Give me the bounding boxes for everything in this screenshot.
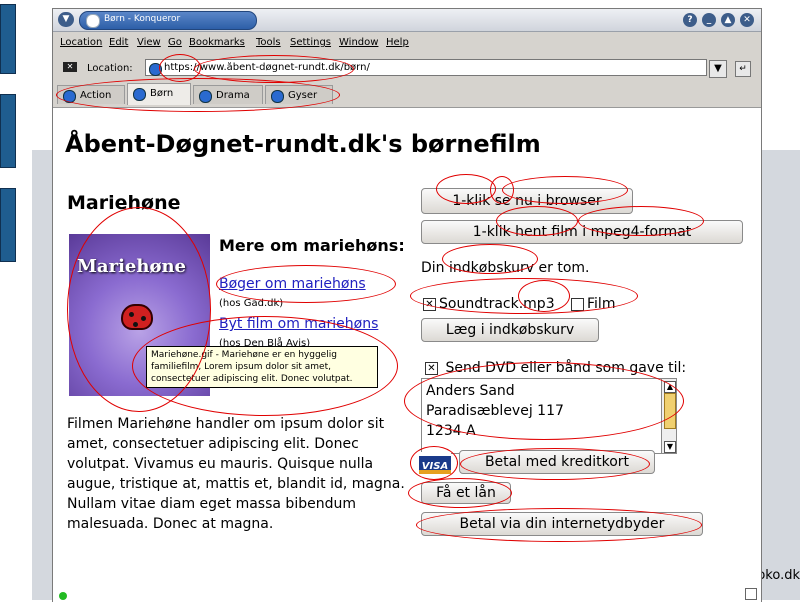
soundtrack-checkbox[interactable]: ✕	[423, 297, 436, 311]
help-button[interactable]: ?	[683, 13, 697, 27]
globe-icon	[271, 90, 284, 103]
ladybug-spot	[129, 312, 134, 317]
page-title: Åbent-Døgnet-rundt.dk's børnefilm	[65, 130, 541, 158]
ladybug-spot	[141, 316, 146, 321]
film-checkbox[interactable]	[571, 297, 584, 311]
maximize-button[interactable]: ▲	[721, 13, 735, 27]
minimize-button[interactable]: _	[702, 13, 716, 27]
menu-bookmarks[interactable]: Bookmarks	[189, 37, 245, 48]
scroll-thumb[interactable]	[664, 393, 676, 429]
books-link[interactable]: Bøger om mariehøns	[219, 276, 366, 292]
menu-go[interactable]: Go	[168, 37, 182, 48]
tab-born[interactable]: Børn	[127, 83, 191, 105]
gift-checkbox[interactable]: ✕	[425, 361, 438, 375]
image-tooltip: Mariehøne.gif - Mariehøne er en hyggelig…	[146, 346, 378, 388]
movie-description: Filmen Mariehøne handler om ipsum dolor …	[67, 416, 405, 532]
globe-icon	[149, 63, 162, 76]
globe-icon	[63, 90, 76, 103]
gift-address-textarea[interactable]: Anders Sand Paradisæblevej 117 1234 A	[421, 378, 665, 454]
cart-status: Din indkøbskurv er tom.	[421, 260, 590, 276]
menu-tools[interactable]: Tools	[256, 37, 281, 48]
menu-edit[interactable]: Edit	[109, 37, 128, 48]
title-bar: ▼ Børn - Konqueror ? _ ▲ ✕	[53, 9, 761, 32]
tab-label: Action	[80, 90, 112, 101]
tab-label: Gyser	[288, 90, 318, 101]
tab-label: Børn	[150, 88, 174, 99]
more-about-heading: Mere om mariehøns:	[219, 236, 405, 255]
window-title: Børn - Konqueror	[104, 14, 181, 24]
page-content: Åbent-Døgnet-rundt.dk's børnefilm Marieh…	[53, 107, 761, 602]
konqueror-icon	[86, 14, 100, 28]
ladybug-spot	[133, 322, 138, 327]
tab-gyser[interactable]: Gyser	[265, 85, 333, 104]
scroll-up-icon[interactable]: ▲	[664, 381, 676, 393]
resize-grip-icon[interactable]	[745, 588, 757, 600]
clear-location-icon[interactable]: ✕	[63, 62, 77, 72]
menu-view[interactable]: View	[137, 37, 161, 48]
pay-isp-button[interactable]: Betal via din internetydbyder	[421, 512, 703, 536]
slide-decoration	[0, 94, 16, 168]
menu-window[interactable]: Window	[339, 37, 378, 48]
soundtrack-option[interactable]: ✕ Soundtrack.mp3	[423, 296, 555, 312]
gift-label: Send DVD eller bånd som gave til:	[445, 360, 687, 376]
go-icon[interactable]: ↵	[735, 61, 751, 77]
window-menu-button[interactable]: ▼	[58, 12, 74, 27]
download-film-button[interactable]: 1-klik hent film i mpeg4-format	[421, 220, 743, 244]
url-history-dropdown[interactable]: ▼	[709, 60, 727, 78]
gift-option[interactable]: ✕ Send DVD eller bånd som gave til:	[425, 360, 686, 376]
address-line: Paradisæblevej 117	[426, 403, 564, 419]
film-label: Film	[587, 296, 616, 312]
tab-bar: Action Børn Drama Gyser	[53, 83, 761, 107]
address-line: Anders Sand	[426, 383, 515, 399]
menu-settings[interactable]: Settings	[290, 37, 331, 48]
status-indicator-icon	[59, 592, 67, 600]
close-button[interactable]: ✕	[740, 13, 754, 27]
slide-decoration	[0, 188, 16, 262]
get-loan-button[interactable]: Få et lån	[421, 482, 511, 504]
globe-icon	[133, 88, 146, 101]
swap-film-link[interactable]: Byt film om mariehøns	[219, 316, 378, 332]
add-to-cart-button[interactable]: Læg i indkøbskurv	[421, 318, 599, 342]
soundtrack-label: Soundtrack.mp3	[439, 296, 555, 312]
location-label: Location:	[87, 63, 133, 74]
tab-drama[interactable]: Drama	[193, 85, 263, 104]
slide-footer: oko.dk	[757, 568, 800, 583]
movie-title: Mariehøne	[67, 192, 181, 214]
menu-location[interactable]: Location	[60, 37, 102, 48]
watch-now-button[interactable]: 1-klik se nu i browser	[421, 188, 633, 214]
address-scrollbar[interactable]: ▲ ▼	[661, 378, 677, 454]
menu-help[interactable]: Help	[386, 37, 409, 48]
visa-logo: VISA	[419, 452, 451, 474]
tab-label: Drama	[216, 90, 250, 101]
tab-action[interactable]: Action	[57, 85, 125, 104]
books-link-source: (hos Gad.dk)	[219, 298, 284, 309]
browser-window: ▼ Børn - Konqueror ? _ ▲ ✕ Location Edit…	[52, 8, 762, 602]
address-line: 1234 A	[426, 423, 476, 439]
location-bar: ✕ Location: ▼ ↵	[53, 57, 761, 81]
scroll-down-icon[interactable]: ▼	[664, 441, 676, 453]
poster-title: Mariehøne	[77, 256, 186, 277]
film-option[interactable]: Film	[571, 296, 615, 312]
window-title-pill: Børn - Konqueror	[79, 11, 257, 30]
url-input[interactable]	[145, 59, 707, 76]
slide-decoration	[0, 4, 16, 74]
pay-creditcard-button[interactable]: Betal med kreditkort	[459, 450, 655, 474]
globe-icon	[199, 90, 212, 103]
